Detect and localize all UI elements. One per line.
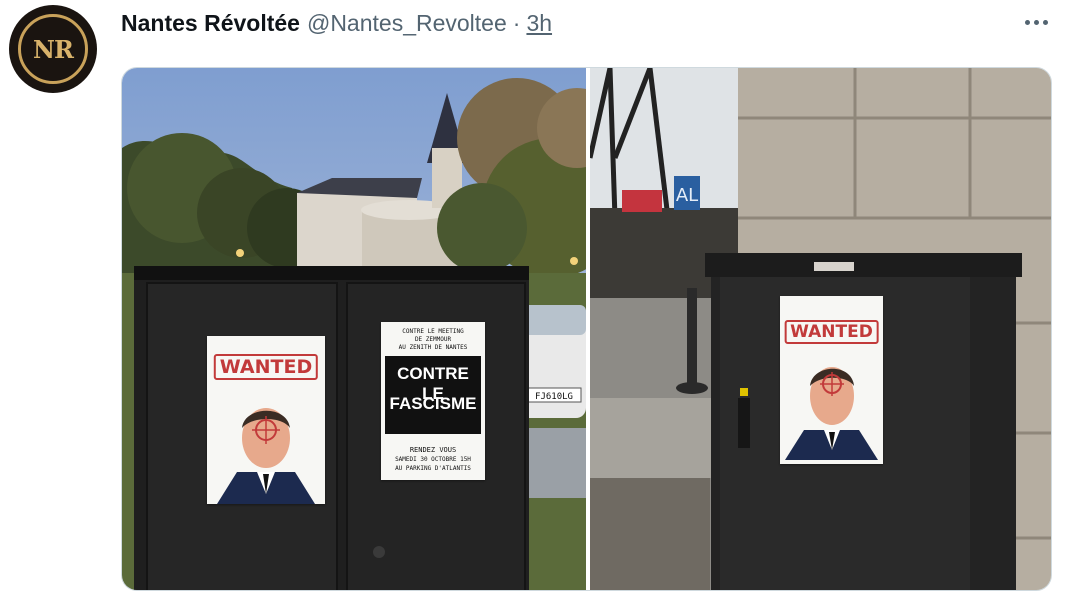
- wanted-label: WANTED: [213, 354, 319, 380]
- avatar-initials: NR: [33, 34, 74, 64]
- contre-le-fascisme-poster: CONTRE LE MEETING DE ZEMMOUR AU ZENITH D…: [381, 322, 485, 480]
- poster-top-line: AU ZENITH DE NANTES: [398, 344, 468, 351]
- license-plate: FJ610LG: [535, 392, 573, 402]
- poster-top-line: DE ZEMMOUR: [414, 336, 452, 343]
- poster-main-line: FASCISME: [389, 394, 477, 413]
- separator-dot: ·: [512, 9, 521, 36]
- timestamp-link[interactable]: 3h: [526, 10, 552, 37]
- wanted-poster: WANTED: [207, 336, 325, 504]
- wanted-poster: WANTED: [780, 296, 883, 464]
- poster-bottom-line: RENDEZ VOUS: [409, 446, 457, 454]
- more-options-icon[interactable]: [1019, 8, 1053, 36]
- display-name[interactable]: Nantes Révoltée: [121, 10, 300, 37]
- graffiti-text: AL: [676, 185, 698, 206]
- avatar-ring: NR: [18, 14, 88, 84]
- poster-main-block: CONTRE LE FASCISME: [385, 356, 481, 434]
- media-divider: [586, 68, 590, 590]
- poster-bottom-line: AU PARKING D'ATLANTIS: [395, 465, 471, 472]
- portrait-illustration: [785, 367, 878, 460]
- tweet-media: FJ610LG WANTED CONTRE LE MEETING DE ZEMM…: [121, 67, 1052, 591]
- more-dot: [1042, 19, 1048, 25]
- more-dot: [1033, 19, 1039, 25]
- tweet-header: Nantes Révoltée @Nantes_Revoltee · 3h: [121, 8, 552, 38]
- media-photo-left[interactable]: FJ610LG WANTED CONTRE LE MEETING DE ZEMM…: [122, 68, 586, 590]
- poster-bottom-line: SAMEDI 30 OCTOBRE 15H: [395, 456, 471, 463]
- media-photo-right[interactable]: AL WANTED: [590, 68, 1051, 590]
- user-handle[interactable]: @Nantes_Revoltee: [307, 10, 507, 37]
- poster-top-line: CONTRE LE MEETING: [402, 328, 464, 335]
- avatar[interactable]: NR: [9, 5, 97, 93]
- wanted-label: WANTED: [784, 320, 879, 344]
- portrait-illustration: [217, 408, 315, 504]
- street-scene-left-image: FJ610LG: [122, 68, 586, 590]
- more-dot: [1024, 19, 1030, 25]
